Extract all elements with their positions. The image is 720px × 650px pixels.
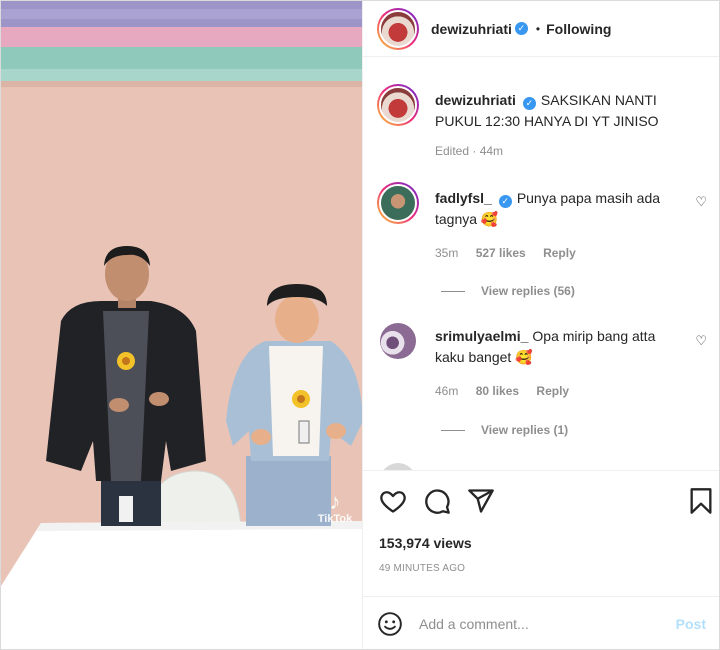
author-avatar[interactable] [377, 7, 419, 50]
tiktok-logo-icon: ♪ [329, 489, 341, 514]
comment-row: srimulyaelmi_ Opa mirip bang atta kaku ba… [377, 323, 707, 443]
reply-button[interactable]: Reply [543, 246, 576, 260]
paper-plane-icon[interactable] [467, 487, 495, 515]
caption-row: dewizuhriati ✓ SAKSIKAN NANTI PUKUL 12:30 … [377, 84, 707, 164]
view-count[interactable]: 153,974 views [379, 535, 472, 551]
tiktok-watermark: ♪ TikTok [313, 489, 357, 526]
tiktok-label: TikTok [317, 513, 353, 525]
caption-author-avatar[interactable] [377, 84, 419, 126]
post-header: dewizuhriati ✓ • Following [363, 1, 719, 57]
header-separator: • [535, 21, 541, 36]
replies-divider [441, 429, 465, 431]
commenter-avatar[interactable] [380, 463, 416, 470]
post-video[interactable]: ♪ TikTok [1, 1, 363, 649]
caption-body: dewizuhriati ✓ SAKSIKAN NANTI PUKUL 12:30 … [435, 90, 705, 132]
comments-list[interactable]: dewizuhriati ✓ SAKSIKAN NANTI PUKUL 12:30 … [363, 58, 719, 470]
comment-likes[interactable]: 80 likes [476, 384, 519, 398]
caption-edited: Edited · 44m [435, 144, 504, 158]
view-replies-button[interactable]: View replies (56) [441, 284, 575, 298]
post-actions: 153,974 views 49 MINUTES AGO [363, 470, 719, 600]
view-replies-button[interactable]: View replies (1) [441, 423, 568, 437]
add-comment-bar: Post [363, 596, 719, 649]
author-username[interactable]: dewizuhriati [431, 21, 512, 37]
view-replies-label: View replies (1) [481, 423, 569, 437]
comment-input[interactable] [419, 616, 659, 632]
comment-icon[interactable] [423, 487, 451, 515]
post-timestamp: 49 MINUTES AGO [379, 563, 466, 574]
post-button[interactable]: Post [676, 616, 706, 632]
reply-button[interactable]: Reply [536, 384, 569, 398]
caption-meta: Edited · 44m [435, 144, 517, 158]
instagram-post-window: ♪ TikTok dewizuhriati ✓ • Following dewi… [0, 0, 720, 650]
comment-body: fadlyfsl_ ✓ Punya papa masih ada tagnya 🥰 [435, 188, 685, 230]
comment-likes[interactable]: 527 likes [476, 246, 526, 260]
comment-age: 35m [435, 246, 459, 260]
caption-username[interactable]: dewizuhriati [435, 92, 516, 108]
following-button[interactable]: Following [546, 21, 611, 37]
smiley-icon[interactable] [377, 611, 403, 637]
comment-body: srimulyaelmi_ Opa mirip bang atta kaku ba… [435, 326, 685, 368]
verified-badge-icon: ✓ [514, 22, 528, 35]
comment-username[interactable]: srimulyaelmi_ [435, 328, 528, 344]
video-frame [1, 1, 362, 649]
comment-like-heart-icon[interactable]: ♡ [695, 333, 707, 349]
bookmark-icon[interactable] [687, 487, 715, 515]
comment-age: 46m [435, 384, 459, 398]
post-side-panel: dewizuhriati ✓ • Following dewizuhriati ✓… [363, 1, 719, 649]
comment-meta: 35m 527 likes Reply [435, 246, 590, 260]
verified-badge-icon: ✓ [498, 195, 512, 208]
view-replies-label: View replies (56) [481, 284, 575, 298]
comment-username[interactable]: fadlyfsl_ [435, 190, 492, 206]
comment-meta: 46m 80 likes Reply [435, 384, 583, 398]
comment-like-heart-icon[interactable]: ♡ [695, 194, 707, 210]
comment-row: fadlyfsl_ ✓ Punya papa masih ada tagnya 🥰 … [377, 182, 707, 302]
replies-divider [441, 290, 465, 292]
verified-badge-icon: ✓ [522, 97, 536, 110]
commenter-avatar[interactable] [380, 323, 416, 359]
commenter-avatar[interactable] [377, 182, 419, 224]
heart-icon[interactable] [379, 487, 407, 515]
